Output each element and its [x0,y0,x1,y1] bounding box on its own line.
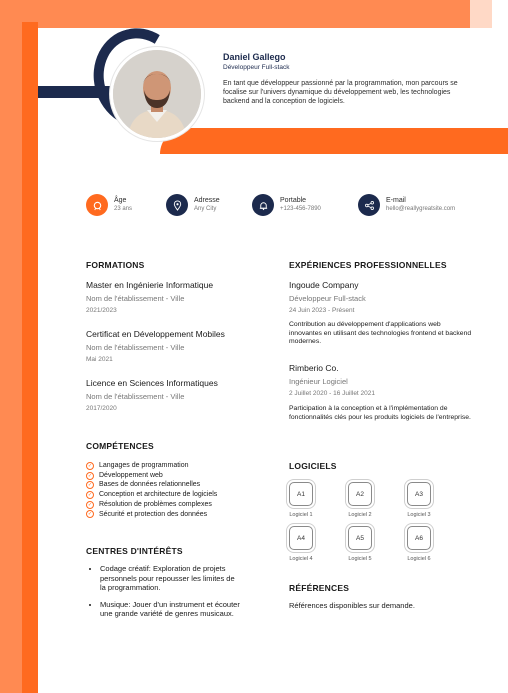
software-label: Logiciel 3 [407,512,431,518]
skill-item: ✓ Sécurité et protection des données [86,510,208,519]
software-label: Logiciel 1 [289,512,313,518]
formation-date: 2021/2023 [86,307,117,314]
interests-list: Codage créatif: Exploration de projets p… [86,564,240,626]
info-phone-value: +123-456-7890 [280,206,321,212]
info-phone-label: Portable [280,197,307,204]
software-icon: A4 [289,526,313,550]
info-email-label: E-mail [386,197,406,204]
software-icon: A1 [289,482,313,506]
experiences-heading: EXPÉRIENCES PROFESSIONNELLES [289,260,447,270]
software-label: Logiciel 6 [407,556,431,562]
formation-title: Certificat en Développement Mobiles [86,329,225,339]
portrait-illustration [113,50,201,138]
software-item: A3 Logiciel 3 [389,482,449,518]
person-name: Daniel Gallego [223,52,286,62]
experience-role: Développeur Full-stack [289,294,366,303]
check-circle-icon: ✓ [86,490,94,499]
skill-item: ✓ Conception et architecture de logiciels [86,490,218,499]
orange-header-band [160,128,508,154]
software-item: A1 Logiciel 1 [271,482,331,518]
software-icon: A2 [348,482,372,506]
info-age-value: 23 ans [114,206,133,212]
left-orange-frame [0,0,22,693]
top-orange-frame [0,0,492,28]
formation-title: Licence en Sciences Informatiques [86,378,218,388]
experience-company: Rimberio Co. [289,363,339,373]
info-address: Adresse Any City [166,192,220,218]
experience-date: 2 Juillet 2020 - 16 Juillet 2021 [289,390,376,397]
info-address-label: Adresse [194,197,220,204]
intro-text: En tant que développeur passionné par la… [223,80,458,105]
competences-heading: COMPÉTENCES [86,441,154,451]
formation-date: 2017/2020 [86,405,117,412]
interest-item: Musique: Jouer d'un instrument et écoute… [100,600,240,619]
info-age-label: Âge [114,197,127,204]
info-age: Âge 23 ans [86,192,132,218]
formation-school: Nom de l'établissement - Ville [86,343,185,352]
interest-item: Codage créatif: Exploration de projets p… [100,564,240,593]
references-text: Références disponibles sur demande. [289,601,415,610]
experience-role: Ingénieur Logiciel [289,377,348,386]
software-label: Logiciel 2 [348,512,372,518]
info-email: E-mail hello@reallygreatsite.com [358,192,455,218]
software-heading: LOGICIELS [289,461,337,471]
check-circle-icon: ✓ [86,510,94,519]
formation-date: Mai 2021 [86,356,113,363]
top-frame-highlight [470,0,492,28]
experience-date: 24 Juin 2023 - Présent [289,307,355,314]
software-item: A2 Logiciel 2 [330,482,390,518]
skill-item: ✓ Développement web [86,471,163,480]
software-label: Logiciel 5 [348,556,372,562]
software-label: Logiciel 4 [289,556,313,562]
location-pin-icon [166,194,188,216]
software-icon: A5 [348,526,372,550]
profile-photo [110,47,204,141]
formation-school: Nom de l'établissement - Ville [86,294,185,303]
software-icon: A6 [407,526,431,550]
formation-title: Master en Ingénierie Informatique [86,280,214,290]
references-heading: RÉFÉRENCES [289,583,350,593]
software-item: A6 Logiciel 6 [389,526,449,562]
experience-description: Contribution au développement d'applicat… [289,321,472,346]
skill-item: ✓ Résolution de problèmes complexes [86,500,212,509]
skill-item: ✓ Bases de données relationnelles [86,481,201,490]
birthday-icon [86,194,108,216]
software-icon: A3 [407,482,431,506]
check-circle-icon: ✓ [86,461,94,470]
phone-icon [252,194,274,216]
check-circle-icon: ✓ [86,500,94,509]
check-circle-icon: ✓ [86,481,94,490]
info-address-value: Any City [194,206,217,212]
left-frame-inner [22,22,38,693]
software-item: A5 Logiciel 5 [330,526,390,562]
person-role: Développeur Full-stack [223,64,290,71]
formations-heading: FORMATIONS [86,260,145,270]
skills-list: ✓ Langages de programmation ✓ Développemen… [86,461,217,519]
check-circle-icon: ✓ [86,471,94,480]
formation-school: Nom de l'établissement - Ville [86,392,185,401]
info-phone: Portable +123-456-7890 [252,192,321,218]
experience-company: Ingoude Company [289,280,359,290]
interests-heading: CENTRES D'INTÉRÊTS [86,546,183,556]
share-icon [358,194,380,216]
skill-item: ✓ Langages de programmation [86,461,189,470]
experience-description: Participation à la conception et à l'imp… [289,405,471,421]
info-email-value: hello@reallygreatsite.com [386,206,456,212]
software-item: A4 Logiciel 4 [271,526,331,562]
